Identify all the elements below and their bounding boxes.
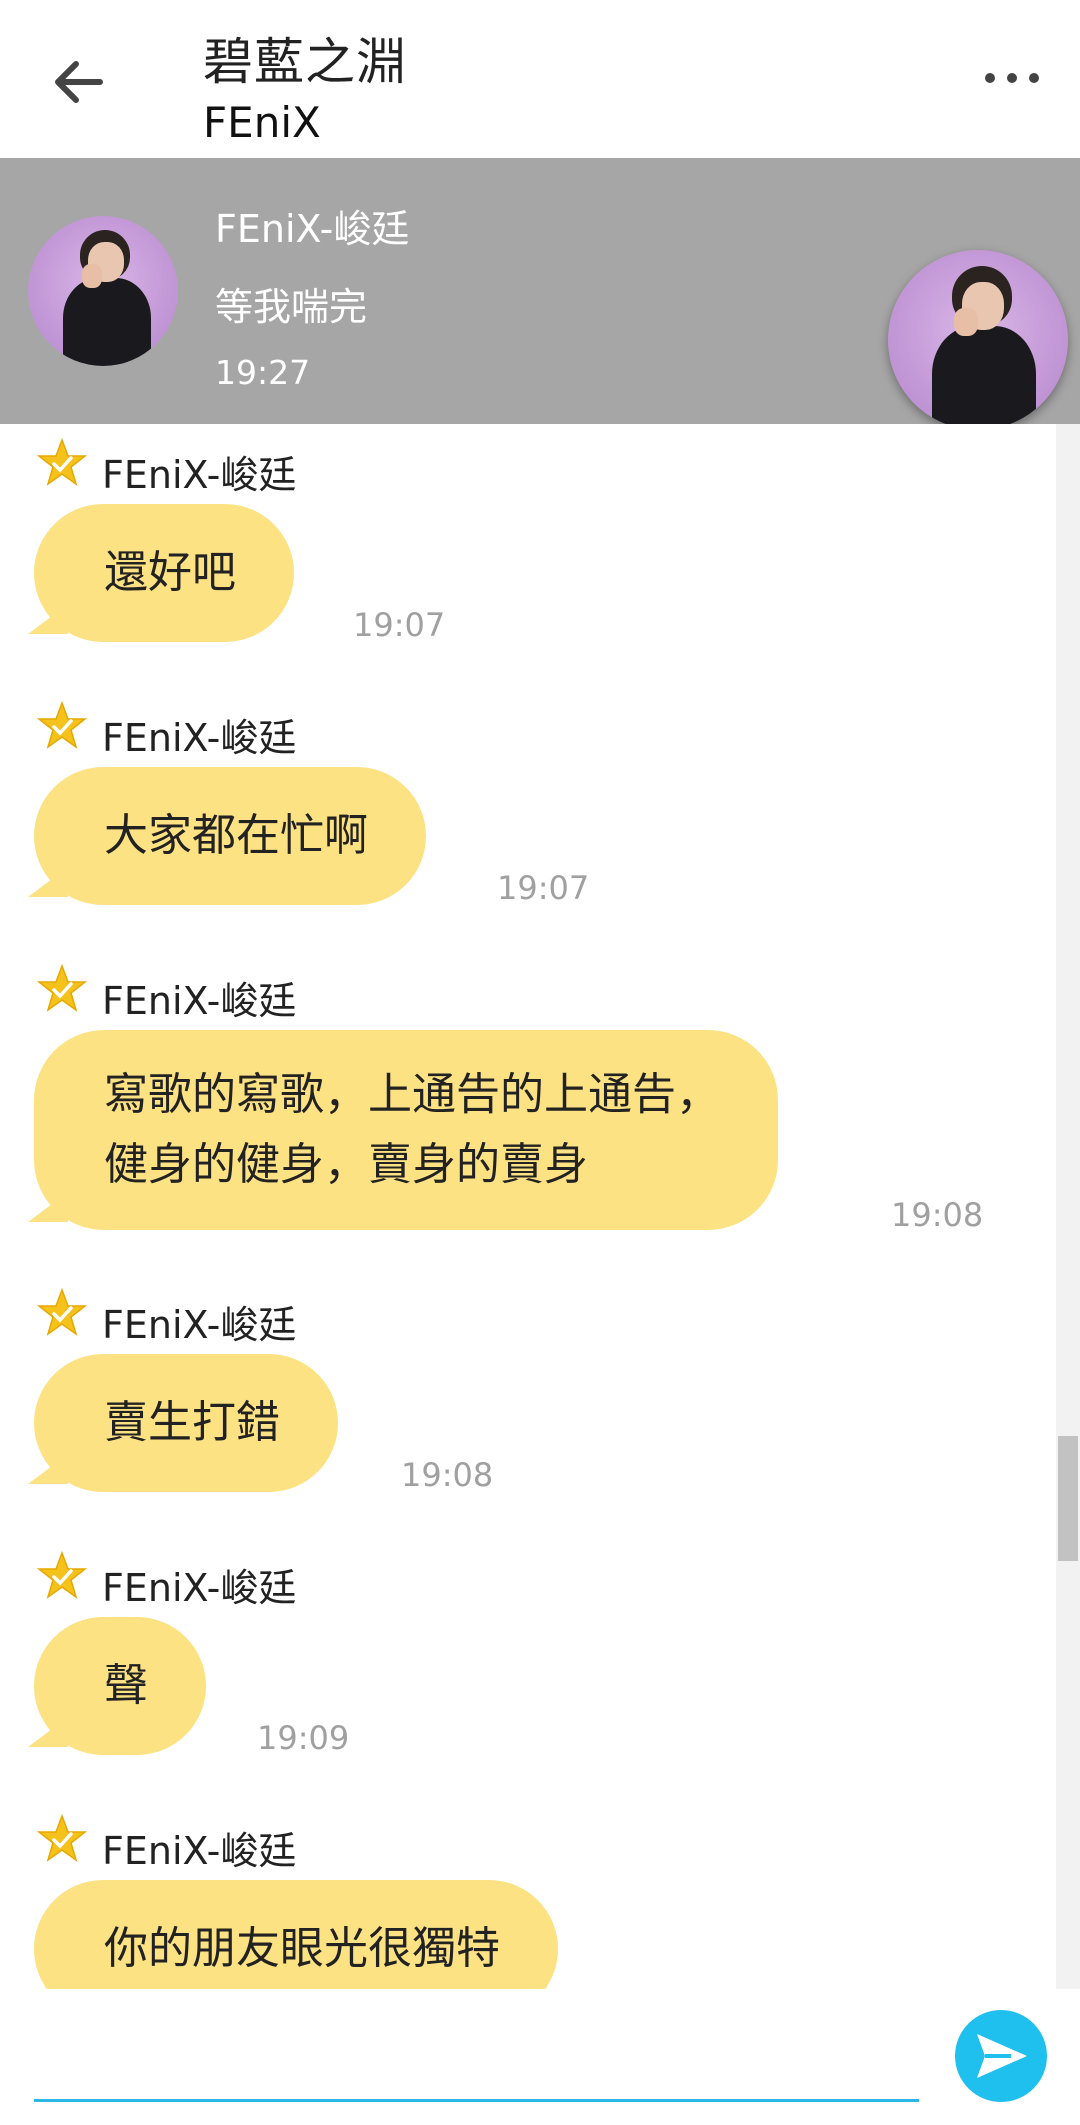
message-text: 還好吧 [104, 547, 236, 598]
message-item: FEniX-峻廷 你的朋友眼光很獨特 [0, 1814, 1040, 1989]
message-time: 19:07 [353, 606, 446, 644]
send-icon [977, 2034, 1027, 2078]
star-check-icon [37, 1551, 87, 1599]
pinned-sender-name: FEniX-峻廷 [215, 207, 410, 251]
message-text: 大家都在忙啊 [104, 810, 368, 861]
send-button[interactable] [955, 2010, 1047, 2102]
star-check-icon [37, 701, 87, 749]
sender-avatar[interactable] [28, 216, 178, 366]
message-bubble[interactable]: 賣生打錯 [28, 1354, 338, 1492]
message-input[interactable] [34, 2009, 919, 2102]
star-check-icon [37, 1814, 87, 1862]
message-bubble[interactable]: 寫歌的寫歌，上通告的上通告， 健身的健身，賣身的賣身 [28, 1030, 778, 1230]
sender-name: FEniX-峻廷 [102, 453, 297, 497]
message-item: FEniX-峻廷 大家都在忙啊 19:07 [0, 701, 1040, 907]
message-text: 你的朋友眼光很獨特 [104, 1923, 500, 1974]
sender-name: FEniX-峻廷 [102, 716, 297, 760]
scrollbar-thumb[interactable] [1058, 1436, 1078, 1561]
message-time: 19:08 [891, 1196, 984, 1234]
sender-name: FEniX-峻廷 [102, 1829, 297, 1873]
app-header: 碧藍之淵 FEniX [0, 0, 1080, 159]
message-time: 19:08 [401, 1456, 494, 1494]
star-check-icon [37, 438, 87, 486]
arrow-left-icon [55, 61, 103, 103]
back-button[interactable] [48, 50, 112, 114]
floating-avatar[interactable] [888, 250, 1068, 430]
message-composer [0, 1989, 1080, 2125]
message-item: FEniX-峻廷 賣生打錯 19:08 [0, 1288, 1040, 1494]
star-check-icon [37, 964, 87, 1012]
message-bubble[interactable]: 聲 [28, 1617, 206, 1755]
sender-name: FEniX-峻廷 [102, 979, 297, 1023]
message-list[interactable]: FEniX-峻廷 還好吧 19:07 FEniX-峻廷 大家都在忙啊 19:07… [0, 424, 1080, 1989]
message-item: FEniX-峻廷 還好吧 19:07 [0, 438, 1040, 644]
message-item: FEniX-峻廷 寫歌的寫歌，上通告的上通告， 健身的健身，賣身的賣身 19:0… [0, 964, 1040, 1234]
message-time: 19:09 [257, 1719, 350, 1757]
message-item: FEniX-峻廷 聲 19:09 [0, 1551, 1040, 1757]
pinned-message-time: 19:27 [215, 353, 311, 392]
scrollbar-track[interactable] [1056, 424, 1080, 1989]
message-bubble[interactable]: 大家都在忙啊 [28, 767, 426, 905]
message-bubble[interactable]: 你的朋友眼光很獨特 [28, 1880, 558, 1989]
message-text: 聲 [104, 1660, 148, 1711]
chat-subtitle: FEniX [203, 98, 321, 147]
message-time: 19:07 [497, 869, 590, 907]
chat-title: 碧藍之淵 [203, 33, 407, 91]
pinned-message-banner[interactable]: FEniX-峻廷 等我喘完 19:27 [0, 158, 1080, 430]
message-text: 賣生打錯 [104, 1397, 280, 1448]
pinned-message-text: 等我喘完 [215, 285, 368, 329]
message-text: 寫歌的寫歌，上通告的上通告， 健身的健身，賣身的賣身 [104, 1069, 720, 1190]
more-options-button[interactable] [983, 62, 1043, 92]
star-check-icon [37, 1288, 87, 1336]
message-bubble[interactable]: 還好吧 [28, 504, 294, 642]
sender-name: FEniX-峻廷 [102, 1566, 297, 1610]
sender-name: FEniX-峻廷 [102, 1303, 297, 1347]
